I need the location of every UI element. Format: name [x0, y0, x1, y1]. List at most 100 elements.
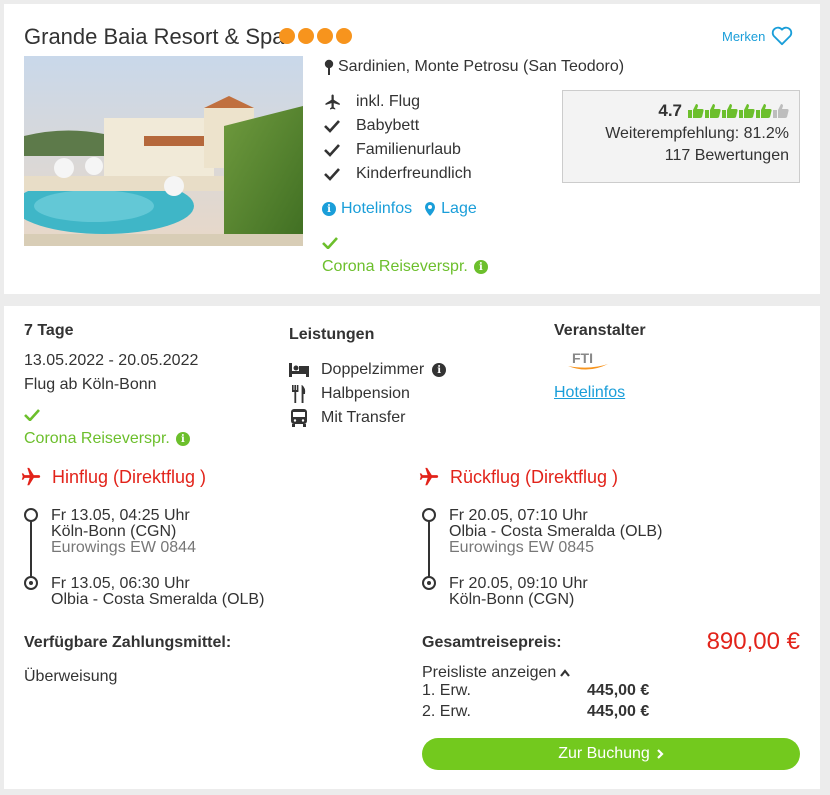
payment-title: Verfügbare Zahlungsmittel:: [24, 634, 232, 651]
hinflug-departure: Fr 13.05, 04:25 Uhr Köln-Bonn (CGN) Euro…: [51, 508, 196, 556]
feature-item: Familienurlaub: [324, 138, 472, 162]
rueckflug-title: Rückflug (Direktflug ): [450, 466, 619, 487]
hinflug-dep-airport: Köln-Bonn (CGN): [51, 523, 177, 540]
hinflug-title: Hinflug (Direktflug ): [52, 466, 207, 487]
info-icon[interactable]: i: [175, 432, 190, 446]
feature-list: inkl. Flug Babybett Familienurlaub Kinde…: [324, 90, 472, 186]
corona-badge: Corona Reiseverspr. i: [322, 236, 488, 276]
booking-button-label: Zur Buchung: [558, 745, 650, 762]
cutlery-icon: [292, 385, 306, 403]
corona-label: Corona Reiseverspr.: [24, 430, 170, 447]
arrival-dot: [422, 576, 436, 590]
leistung-item: Halbpension: [289, 382, 446, 406]
corona-label: Corona Reiseverspr.: [322, 258, 468, 275]
feature-item: inkl. Flug: [324, 90, 472, 114]
veranstalter-title: Veranstalter: [554, 322, 646, 339]
feature-item: Kinderfreundlich: [324, 162, 472, 186]
rueckflug-dep-airport: Olbia - Costa Smeralda (OLB): [449, 523, 663, 540]
bed-icon: [289, 363, 309, 377]
hinflug-timeline: [24, 508, 38, 590]
merken-button[interactable]: Merken: [722, 26, 793, 46]
leistung-label: Doppelzimmer: [321, 361, 425, 378]
payment-method: Überweisung: [24, 668, 118, 685]
total-price: 890,00 €: [706, 628, 800, 655]
total-label: Gesamtreisepreis:: [422, 634, 562, 651]
location-text: Sardinien, Monte Petrosu (San Teodoro): [338, 58, 625, 75]
review-count: 117 Bewertungen: [664, 147, 789, 164]
rating-box[interactable]: 4.7 Weiterempfehlung: 81.2% 117 Bewertun…: [562, 90, 800, 183]
price-row-label: 2. Erw.: [422, 703, 471, 720]
rueckflug-timeline: [422, 508, 436, 590]
leistung-item: Mit Transfer: [289, 406, 446, 430]
lage-link[interactable]: Lage: [424, 200, 477, 218]
departure-dot: [422, 508, 436, 522]
travel-dates: 13.05.2022 - 20.05.2022: [24, 352, 199, 369]
info-icon[interactable]: i: [432, 363, 447, 377]
pricelist-label: Preisliste anzeigen: [422, 664, 557, 681]
rueckflug-dep-time: Fr 20.05, 07:10 Uhr: [449, 507, 588, 524]
duration: 7 Tage: [24, 322, 74, 339]
plane-departure-icon: [21, 467, 41, 486]
hotel-card: Grande Baia Resort & Spa Merken Sardinie…: [4, 4, 820, 294]
leistung-item: Doppelzimmer i: [289, 358, 447, 382]
veranstalter-hotelinfos-link[interactable]: Hotelinfos: [554, 384, 625, 402]
leistungen-title: Leistungen: [289, 326, 375, 343]
booking-button[interactable]: Zur Buchung: [422, 738, 800, 770]
hotel-name[interactable]: Grande Baia Resort & Spa: [24, 24, 284, 50]
chevron-up-icon: [560, 669, 571, 677]
star-icon: [279, 28, 295, 44]
check-icon: [324, 120, 340, 133]
plane-icon: [325, 94, 340, 110]
feature-label: inkl. Flug: [356, 93, 421, 110]
bus-icon: [291, 409, 307, 427]
lage-label: Lage: [441, 200, 477, 217]
hinflug-arrival: Fr 13.05, 06:30 Uhr Olbia - Costa Smeral…: [51, 576, 264, 608]
rating-thumbs: [688, 103, 789, 119]
check-icon: [324, 144, 340, 157]
departure: Flug ab Köln-Bonn: [24, 376, 157, 393]
recommendation: Weiterempfehlung: 81.2%: [605, 125, 789, 142]
feature-item: Babybett: [324, 114, 472, 138]
feature-label: Familienurlaub: [356, 141, 461, 158]
leistungen-list: Doppelzimmer i Halbpension Mit Transfer: [289, 358, 447, 430]
rueckflug-arrival: Fr 20.05, 09:10 Uhr Köln-Bonn (CGN): [449, 576, 588, 608]
leistung-label: Mit Transfer: [321, 409, 406, 426]
check-icon: [322, 237, 338, 250]
location: Sardinien, Monte Petrosu (San Teodoro): [324, 58, 624, 76]
plane-return-icon: [419, 467, 439, 486]
star-icon: [336, 28, 352, 44]
chevron-right-icon: [657, 749, 664, 759]
thumbs-up-icon: [773, 104, 789, 118]
offer-card: 7 Tage 13.05.2022 - 20.05.2022 Flug ab K…: [4, 306, 820, 789]
thumbs-up-icon: [688, 104, 704, 118]
price-row-value: 445,00 €: [587, 703, 650, 720]
hotel-links: i Hotelinfos Lage: [322, 200, 477, 218]
corona-badge: Corona Reiseverspr. i: [24, 408, 190, 448]
feature-label: Kinderfreundlich: [356, 165, 472, 182]
heart-icon: [772, 26, 793, 46]
feature-label: Babybett: [356, 117, 420, 134]
hotel-image[interactable]: [24, 56, 303, 246]
rueckflug-header: Rückflug (Direktflug ): [418, 466, 618, 488]
departure-dot: [24, 508, 38, 522]
rating-score: 4.7: [658, 101, 682, 120]
check-icon: [24, 409, 40, 422]
arrival-dot: [24, 576, 38, 590]
leistung-label: Halbpension: [321, 385, 410, 402]
star-icon: [317, 28, 333, 44]
thumbs-up-icon: [739, 104, 755, 118]
pricelist-toggle[interactable]: Preisliste anzeigen: [422, 664, 571, 682]
hinflug-dep-time: Fr 13.05, 04:25 Uhr: [51, 507, 190, 524]
info-icon[interactable]: i: [473, 260, 488, 274]
hinflug-arr-airport: Olbia - Costa Smeralda (OLB): [51, 591, 265, 608]
check-icon: [324, 168, 340, 181]
hotelinfos-label: Hotelinfos: [341, 200, 413, 217]
thumbs-up-icon: [705, 104, 721, 118]
merken-label: Merken: [722, 28, 766, 44]
hotel-stars: [279, 28, 352, 44]
hinflug-arr-time: Fr 13.05, 06:30 Uhr: [51, 575, 190, 592]
price-row-value: 445,00 €: [587, 682, 650, 699]
info-icon: i: [322, 202, 336, 216]
hotelinfos-link[interactable]: i Hotelinfos: [322, 200, 412, 218]
fti-logo-text: FTI: [572, 350, 593, 366]
